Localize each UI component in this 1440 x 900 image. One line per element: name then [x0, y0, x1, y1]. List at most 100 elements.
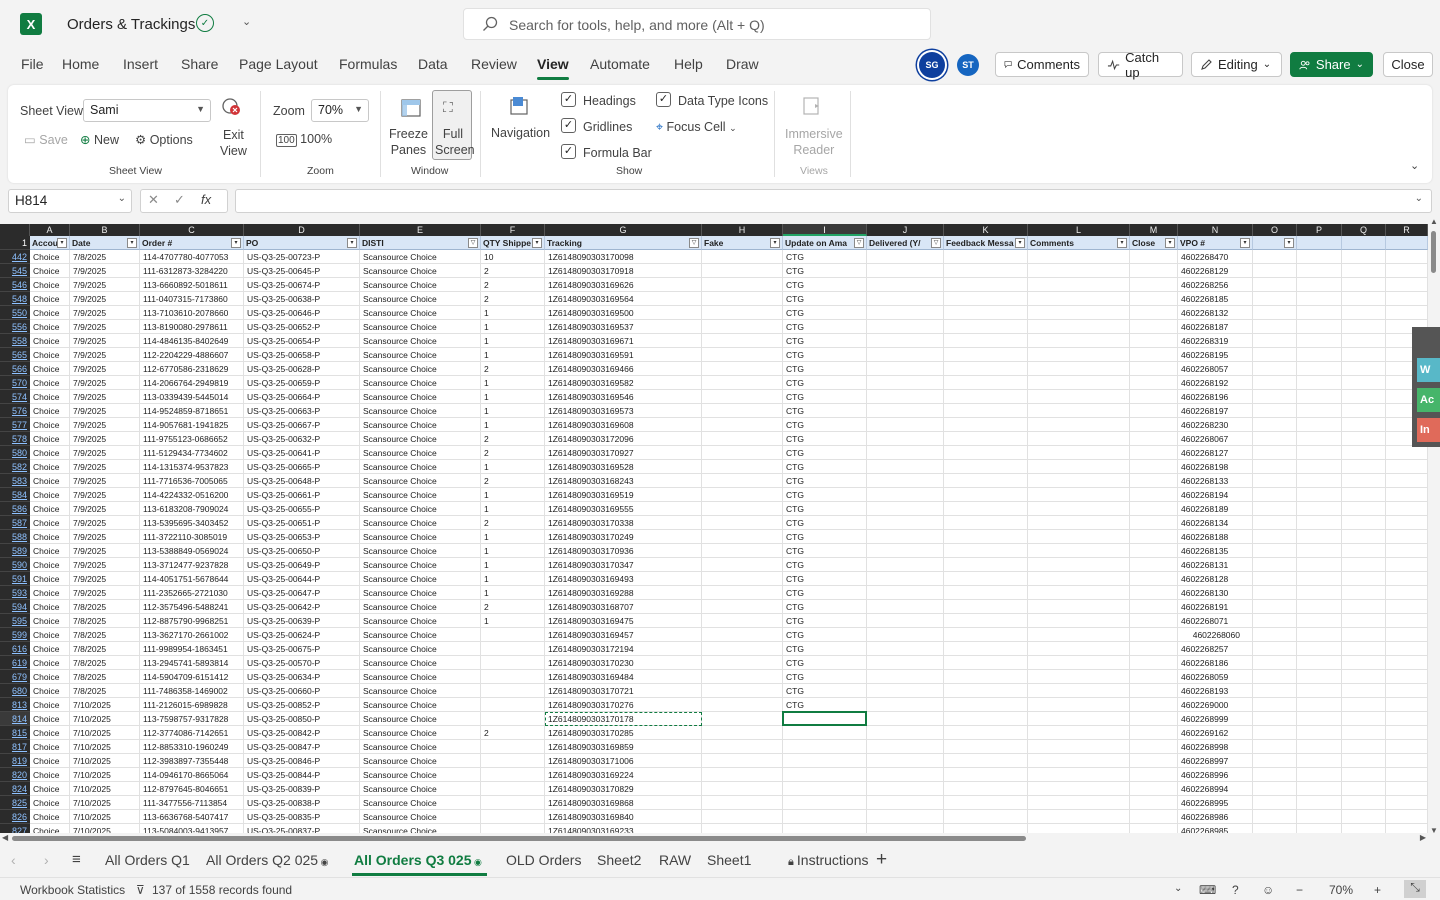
table-cell[interactable] [1130, 488, 1178, 502]
table-cell[interactable] [1297, 446, 1342, 460]
saved-status-icon[interactable]: ✓ [196, 14, 214, 32]
table-cell[interactable]: 4602268127 [1178, 446, 1253, 460]
cancel-icon[interactable]: ✕ [148, 192, 159, 208]
table-cell[interactable]: Scansource Choice [360, 712, 481, 726]
table-cell[interactable] [1342, 446, 1386, 460]
table-cell[interactable]: 1Z6148090303169537 [545, 320, 702, 334]
table-cell[interactable] [944, 516, 1028, 530]
formula-input[interactable]: ⌄ [235, 189, 1432, 213]
table-cell[interactable]: Scansource Choice [360, 544, 481, 558]
table-cell[interactable]: CTG [783, 684, 867, 698]
table-cell[interactable]: 1Z6148090303169573 [545, 404, 702, 418]
table-cell[interactable] [1130, 418, 1178, 432]
table-cell[interactable]: Choice [30, 586, 70, 600]
table-cell[interactable] [1297, 712, 1342, 726]
table-cell[interactable]: 1Z6148090303169546 [545, 390, 702, 404]
table-cell[interactable] [1028, 334, 1130, 348]
table-cell[interactable]: CTG [783, 432, 867, 446]
table-cell[interactable]: 4602268196 [1178, 390, 1253, 404]
avatar[interactable]: ST [957, 54, 979, 76]
table-cell[interactable]: 4602269162 [1178, 726, 1253, 740]
table-cell[interactable]: 1Z6148090303169859 [545, 740, 702, 754]
table-cell[interactable] [1130, 628, 1178, 642]
table-cell[interactable] [867, 754, 944, 768]
table-cell[interactable] [1028, 656, 1130, 670]
table-cell[interactable] [867, 376, 944, 390]
table-cell[interactable]: 1 [481, 306, 545, 320]
table-cell[interactable]: 7/9/2025 [70, 390, 140, 404]
table-cell[interactable]: Scansource Choice [360, 726, 481, 740]
table-cell[interactable]: 111-7486358-1469002 [140, 684, 244, 698]
table-cell[interactable] [867, 516, 944, 530]
table-cell[interactable] [944, 530, 1028, 544]
table-cell[interactable] [944, 810, 1028, 824]
table-cell[interactable] [1297, 348, 1342, 362]
row-number[interactable]: 593 [0, 586, 30, 600]
table-cell[interactable]: US-Q3-25-00660-P [244, 684, 360, 698]
table-cell[interactable] [1028, 264, 1130, 278]
table-cell[interactable] [1028, 418, 1130, 432]
table-cell[interactable] [867, 614, 944, 628]
table-cell[interactable]: 1Z6148090303170936 [545, 544, 702, 558]
table-cell[interactable] [1386, 516, 1428, 530]
table-cell[interactable]: Choice [30, 460, 70, 474]
table-cell[interactable] [1253, 614, 1297, 628]
menu-help[interactable]: Help [674, 56, 703, 72]
table-cell[interactable] [1386, 264, 1428, 278]
table-cell[interactable] [867, 418, 944, 432]
table-cell[interactable]: 1 [481, 572, 545, 586]
table-cell[interactable] [1130, 614, 1178, 628]
table-cell[interactable]: Choice [30, 264, 70, 278]
table-cell[interactable]: 7/8/2025 [70, 614, 140, 628]
table-cell[interactable] [1297, 782, 1342, 796]
table-cell[interactable] [1130, 320, 1178, 334]
table-cell[interactable] [783, 796, 867, 810]
table-cell[interactable]: Scansource Choice [360, 446, 481, 460]
immersive-reader-button[interactable]: Immersive Reader [785, 126, 843, 158]
row-number[interactable]: 578 [0, 432, 30, 446]
table-cell[interactable] [1342, 642, 1386, 656]
table-cell[interactable]: Scansource Choice [360, 656, 481, 670]
table-cell[interactable]: Choice [30, 306, 70, 320]
table-cell[interactable] [944, 446, 1028, 460]
table-cell[interactable] [1342, 684, 1386, 698]
table-cell[interactable]: CTG [783, 446, 867, 460]
table-cell[interactable]: US-Q3-25-00835-P [244, 810, 360, 824]
table-cell[interactable] [1130, 348, 1178, 362]
table-cell[interactable] [1342, 488, 1386, 502]
table-cell[interactable]: Choice [30, 390, 70, 404]
table-cell[interactable] [1386, 460, 1428, 474]
row-number[interactable]: 587 [0, 516, 30, 530]
table-cell[interactable] [1130, 642, 1178, 656]
table-cell[interactable] [944, 656, 1028, 670]
table-cell[interactable] [1386, 446, 1428, 460]
row-number[interactable]: 826 [0, 810, 30, 824]
table-cell[interactable]: 1Z6148090303169493 [545, 572, 702, 586]
table-cell[interactable]: US-Q3-25-00664-P [244, 390, 360, 404]
table-cell[interactable]: 2 [481, 446, 545, 460]
feedback-icon[interactable]: ☺ [1262, 883, 1274, 897]
table-cell[interactable] [944, 348, 1028, 362]
table-cell[interactable] [702, 488, 783, 502]
row-number[interactable]: 577 [0, 418, 30, 432]
table-cell[interactable] [944, 390, 1028, 404]
table-cell[interactable] [702, 362, 783, 376]
table-cell[interactable] [1386, 642, 1428, 656]
row-number[interactable]: 1 [0, 236, 30, 250]
table-cell[interactable]: Scansource Choice [360, 586, 481, 600]
table-cell[interactable]: 113-5084003-9413957 [140, 824, 244, 833]
table-cell[interactable]: 1Z6148090303169466 [545, 362, 702, 376]
table-cell[interactable]: Choice [30, 810, 70, 824]
table-cell[interactable]: Scansource Choice [360, 460, 481, 474]
all-sheets-menu-icon[interactable]: ≡ [72, 851, 81, 868]
table-cell[interactable] [1130, 726, 1178, 740]
row-number[interactable]: 599 [0, 628, 30, 642]
filter-dropdown-icon[interactable]: ▾ [770, 238, 780, 248]
sheet-tab[interactable]: 🔒︎ Instructions [788, 852, 869, 869]
table-cell[interactable]: US-Q3-25-00639-P [244, 614, 360, 628]
table-cell[interactable]: CTG [783, 460, 867, 474]
table-cell[interactable]: 2 [481, 600, 545, 614]
new-view-button[interactable]: ⊕ New [80, 132, 119, 147]
table-cell[interactable]: US-Q3-25-00674-P [244, 278, 360, 292]
table-cell[interactable] [1297, 320, 1342, 334]
